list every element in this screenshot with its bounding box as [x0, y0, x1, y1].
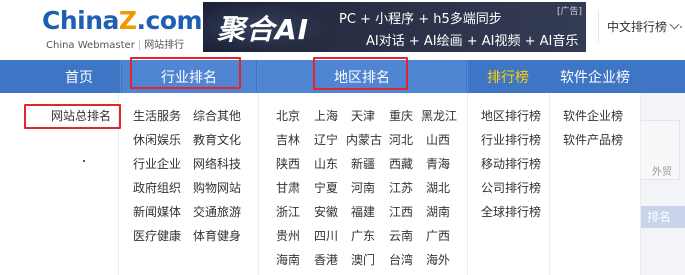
ranking-language-value: 中文排行榜 [607, 19, 668, 34]
menu-item-region[interactable]: 湖南 [426, 204, 450, 220]
menu-item-industry[interactable]: 休闲娱乐 [133, 132, 181, 148]
menu-item-rank-list[interactable]: 全球排行榜 [481, 204, 541, 220]
menu-item-rank-list[interactable]: 行业排行榜 [481, 132, 541, 148]
banner-line-2: AI对话 + AI绘画 + AI视频 + AI音乐 [366, 34, 579, 49]
menu-item-industry[interactable]: 综合其他 [193, 108, 241, 124]
chevron-down-icon [669, 19, 680, 29]
menu-item-region[interactable]: 台湾 [389, 252, 413, 268]
menu-item-region[interactable]: 黑龙江 [421, 108, 457, 124]
menu-item-industry[interactable]: 生活服务 [133, 108, 181, 124]
ranking-language-select[interactable]: 中文排行榜 [598, 10, 685, 42]
menu-item-region[interactable]: 新疆 [351, 156, 375, 172]
menu-item-region[interactable]: 西藏 [389, 156, 413, 172]
logo-wordmark: ChinaZ.com [42, 6, 203, 35]
menu-item-region[interactable]: 青海 [426, 156, 450, 172]
menu-item-region[interactable]: 海南 [276, 252, 300, 268]
menu-item-region[interactable]: 甘肃 [276, 180, 300, 196]
menu-item-region[interactable]: 福建 [351, 204, 375, 220]
menu-item-industry[interactable]: 医疗健康 [133, 228, 181, 244]
annotation-box-region [313, 57, 408, 90]
menu-item-region[interactable]: 河南 [351, 180, 375, 196]
menu-item-region[interactable]: 辽宁 [314, 132, 338, 148]
menu-item-region[interactable]: 四川 [314, 228, 338, 244]
menu-item-region[interactable]: 宁夏 [314, 180, 338, 196]
nav-rank-list[interactable]: 排行榜 [468, 60, 548, 93]
menu-item-software[interactable]: 软件企业榜 [563, 108, 623, 124]
menu-item-industry[interactable]: 行业企业 [133, 156, 181, 172]
menu-item-industry[interactable]: 网络科技 [193, 156, 241, 172]
ad-label: [广告] [556, 7, 582, 17]
site-header: ChinaZ.com China Webmaster | 网站排行 聚合AI PC … [0, 0, 685, 60]
background-text-fragment: 外贸 [652, 167, 672, 178]
menu-item-region[interactable]: 云南 [389, 228, 413, 244]
menu-item-region[interactable]: 江西 [389, 204, 413, 220]
menu-item-rank-list[interactable]: 公司排行榜 [481, 180, 541, 196]
menu-item-region[interactable]: 广西 [426, 228, 450, 244]
menu-item-region[interactable]: 江苏 [389, 180, 413, 196]
chinaz-logo[interactable]: ChinaZ.com China Webmaster | 网站排行 [40, 6, 203, 51]
menu-item-region[interactable]: 内蒙古 [346, 132, 382, 148]
menu-item-region[interactable]: 山西 [426, 132, 450, 148]
menu-item-rank-list[interactable]: 移动排行榜 [481, 156, 541, 172]
menu-item-region[interactable]: 贵州 [276, 228, 300, 244]
menu-item-region[interactable]: 澳门 [351, 252, 375, 268]
annotation-box-overall [24, 104, 121, 129]
menu-item-rank-list[interactable]: 地区排行榜 [481, 108, 541, 124]
menu-item-region[interactable]: 海外 [426, 252, 450, 268]
menu-item-industry[interactable]: 新闻媒体 [133, 204, 181, 220]
nav-software-enterprise[interactable]: 软件企业榜 [550, 60, 640, 93]
menu-item-region[interactable]: 香港 [314, 252, 338, 268]
menu-item-industry[interactable]: 体育健身 [193, 228, 241, 244]
menu-item-industry[interactable]: 教育文化 [193, 132, 241, 148]
logo-subtitle: China Webmaster | 网站排行 [46, 40, 185, 51]
menu-item-region[interactable]: 北京 [276, 108, 300, 124]
nav-home[interactable]: 首页 [40, 60, 118, 93]
banner-line-1: PC + 小程序 + h5多端同步 [339, 12, 502, 27]
menu-item-region[interactable]: 河北 [389, 132, 413, 148]
annotation-box-industry [130, 57, 241, 89]
menu-item-region[interactable]: 广东 [351, 228, 375, 244]
banner-title: 聚合AI [217, 13, 310, 46]
ad-banner[interactable]: 聚合AI PC + 小程序 + h5多端同步 AI对话 + AI绘画 + AI视… [203, 2, 586, 52]
menu-item-region[interactable]: 山东 [314, 156, 338, 172]
menu-item-region[interactable]: 上海 [314, 108, 338, 124]
menu-item-region[interactable]: 陕西 [276, 156, 300, 172]
menu-item-region[interactable]: 天津 [351, 108, 375, 124]
menu-item-region[interactable]: 湖北 [426, 180, 450, 196]
background-button-fragment: 排名 [640, 206, 685, 228]
menu-item-region[interactable]: 吉林 [276, 132, 300, 148]
menu-item-industry[interactable]: 政府组织 [133, 180, 181, 196]
menu-item-region[interactable]: 重庆 [389, 108, 413, 124]
menu-item-industry[interactable]: 交通旅游 [193, 204, 241, 220]
menu-item-industry[interactable]: 购物网站 [193, 180, 241, 196]
menu-item-region[interactable]: 浙江 [276, 204, 300, 220]
menu-item-region[interactable]: 安徽 [314, 204, 338, 220]
menu-item-software[interactable]: 软件产品榜 [563, 132, 623, 148]
